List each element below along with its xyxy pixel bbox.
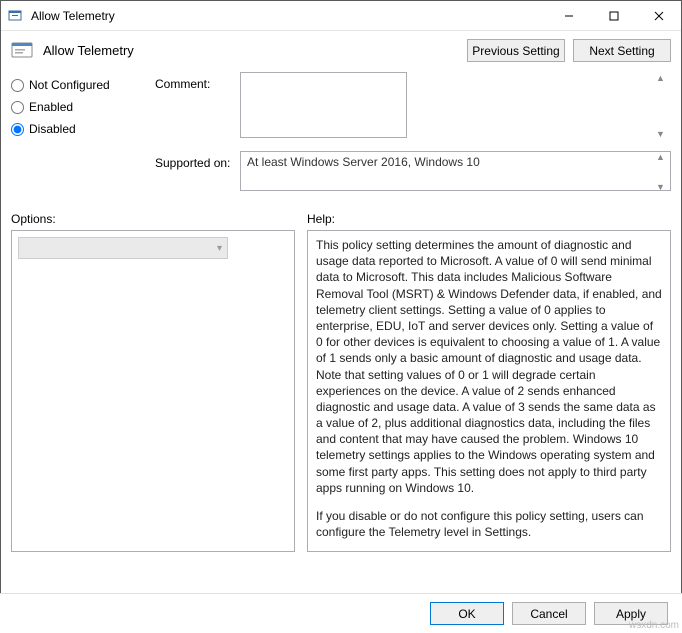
supported-on-value: At least Windows Server 2016, Windows 10 (240, 151, 671, 191)
radio-enabled-input[interactable] (11, 101, 24, 114)
supported-on-label: Supported on: (155, 151, 240, 194)
comment-label: Comment: (155, 72, 240, 141)
policy-icon (11, 41, 35, 61)
window-icon (8, 8, 24, 24)
help-paragraph-1: This policy setting determines the amoun… (316, 237, 662, 496)
state-radios: Not Configured Enabled Disabled (11, 72, 141, 204)
options-column: Options: ▾ (11, 212, 295, 552)
radio-not-configured-input[interactable] (11, 79, 24, 92)
minimize-button[interactable] (546, 1, 591, 30)
maximize-button[interactable] (591, 1, 636, 30)
next-setting-button[interactable]: Next Setting (573, 39, 671, 62)
help-label: Help: (307, 212, 671, 226)
window-title: Allow Telemetry (31, 9, 546, 23)
header: Allow Telemetry Previous Setting Next Se… (1, 31, 681, 72)
comment-scroll-icons: ▲▼ (653, 74, 668, 139)
options-dropdown[interactable]: ▾ (18, 237, 228, 259)
cancel-button[interactable]: Cancel (512, 602, 586, 625)
chevron-down-icon: ▾ (217, 243, 222, 254)
radio-enabled[interactable]: Enabled (11, 96, 141, 118)
radio-disabled-input[interactable] (11, 123, 24, 136)
radio-not-configured[interactable]: Not Configured (11, 74, 141, 96)
titlebar: Allow Telemetry (1, 1, 681, 31)
ok-button[interactable]: OK (430, 602, 504, 625)
fields: Comment: ▲▼ Supported on: At least Windo… (155, 72, 671, 204)
radio-disabled-label: Disabled (29, 122, 76, 136)
close-button[interactable] (636, 1, 681, 30)
config-area: Not Configured Enabled Disabled Comment:… (1, 72, 681, 204)
policy-title: Allow Telemetry (43, 43, 459, 58)
radio-disabled[interactable]: Disabled (11, 118, 141, 140)
lower-panels: Options: ▾ Help: This policy setting det… (1, 204, 681, 552)
footer: OK Cancel Apply (0, 593, 682, 633)
options-panel: ▾ (11, 230, 295, 552)
help-paragraph-2: If you disable or do not configure this … (316, 508, 662, 540)
options-label: Options: (11, 212, 295, 226)
help-panel: This policy setting determines the amoun… (307, 230, 671, 552)
radio-enabled-label: Enabled (29, 100, 73, 114)
radio-not-configured-label: Not Configured (29, 78, 110, 92)
help-column: Help: This policy setting determines the… (307, 212, 671, 552)
comment-input[interactable] (240, 72, 407, 138)
apply-button[interactable]: Apply (594, 602, 668, 625)
help-text[interactable]: This policy setting determines the amoun… (308, 231, 670, 551)
previous-setting-button[interactable]: Previous Setting (467, 39, 565, 62)
